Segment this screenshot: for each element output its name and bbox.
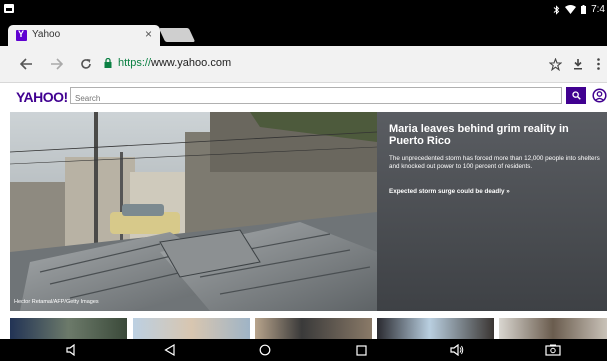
wifi-icon bbox=[565, 5, 577, 14]
address-bar[interactable]: https://www.yahoo.com bbox=[118, 57, 231, 69]
search-icon bbox=[571, 91, 581, 100]
tab-close-icon[interactable]: × bbox=[145, 27, 152, 41]
browser-toolbar: https://www.yahoo.com bbox=[0, 46, 607, 83]
thumb-3[interactable] bbox=[255, 318, 372, 339]
menu-button[interactable] bbox=[592, 54, 604, 74]
yahoo-header: YAHOO! bbox=[0, 83, 607, 111]
clock: 7:4 bbox=[591, 4, 605, 15]
bookmark-button[interactable] bbox=[545, 54, 565, 74]
reload-button[interactable] bbox=[76, 54, 96, 74]
forward-button[interactable] bbox=[46, 54, 66, 74]
thumb-2[interactable] bbox=[133, 318, 250, 339]
volume-down-icon bbox=[66, 344, 75, 356]
story-thumbnails bbox=[10, 318, 607, 339]
kebab-menu-icon bbox=[596, 58, 600, 70]
download-icon bbox=[574, 59, 582, 70]
hero-related-link[interactable]: Expected storm surge could be deadly » bbox=[389, 188, 510, 195]
star-icon bbox=[548, 57, 562, 71]
arrow-right-icon bbox=[50, 58, 63, 70]
web-page: YAHOO! Search Hector Retamal/AFP/Getty I… bbox=[0, 83, 607, 339]
volume-up-button[interactable] bbox=[449, 343, 465, 357]
new-tab-button[interactable] bbox=[158, 28, 196, 42]
hero-text-panel[interactable]: Maria leaves behind grim reality in Puer… bbox=[377, 112, 607, 311]
back-nav-button[interactable] bbox=[161, 343, 177, 357]
yahoo-logo[interactable]: YAHOO! bbox=[16, 89, 68, 105]
hero-headline[interactable]: Maria leaves behind grim reality in Puer… bbox=[389, 123, 605, 147]
thumb-5[interactable] bbox=[499, 318, 607, 339]
reload-icon bbox=[81, 59, 91, 69]
search-button[interactable] bbox=[566, 87, 586, 104]
volume-down-button[interactable] bbox=[64, 343, 80, 357]
tab-strip: Yahoo × bbox=[0, 22, 607, 46]
home-nav-button[interactable] bbox=[257, 343, 273, 357]
url-host: www.yahoo.com bbox=[151, 57, 232, 69]
arrow-left-icon bbox=[19, 58, 32, 70]
recents-nav-button[interactable] bbox=[353, 343, 369, 357]
recents-icon bbox=[355, 344, 367, 356]
screenshot-icon bbox=[545, 344, 561, 356]
thumb-4[interactable] bbox=[377, 318, 494, 339]
back-button[interactable] bbox=[16, 54, 36, 74]
lock-icon bbox=[104, 58, 112, 68]
hero-summary: The unprecedented storm has forced more … bbox=[389, 155, 600, 170]
screenshot-button[interactable] bbox=[545, 343, 561, 357]
tab-yahoo[interactable]: Yahoo × bbox=[8, 25, 160, 46]
profile-icon[interactable] bbox=[592, 88, 607, 103]
search-box[interactable] bbox=[70, 87, 562, 106]
hero-story[interactable]: Hector Retamal/AFP/Getty Images Maria le… bbox=[10, 112, 607, 311]
status-bar: 7:4 bbox=[0, 0, 607, 22]
volume-up-icon bbox=[450, 344, 464, 356]
search-input[interactable] bbox=[71, 91, 561, 106]
download-button[interactable] bbox=[568, 54, 588, 74]
yahoo-favicon-icon bbox=[16, 29, 27, 41]
url-scheme: https:// bbox=[118, 57, 152, 69]
back-icon bbox=[163, 344, 175, 356]
photo-credit: Hector Retamal/AFP/Getty Images bbox=[14, 299, 99, 305]
system-nav-bar bbox=[0, 339, 607, 361]
status-icons: 7:4 bbox=[553, 4, 605, 15]
hero-photo[interactable]: Hector Retamal/AFP/Getty Images bbox=[10, 112, 377, 311]
battery-icon bbox=[581, 5, 587, 14]
notification-image-icon bbox=[4, 4, 14, 13]
thumb-1[interactable] bbox=[10, 318, 127, 339]
tab-title: Yahoo bbox=[32, 29, 61, 40]
bluetooth-icon bbox=[553, 4, 560, 15]
storm-damage-image bbox=[10, 112, 377, 311]
home-icon bbox=[259, 344, 271, 356]
